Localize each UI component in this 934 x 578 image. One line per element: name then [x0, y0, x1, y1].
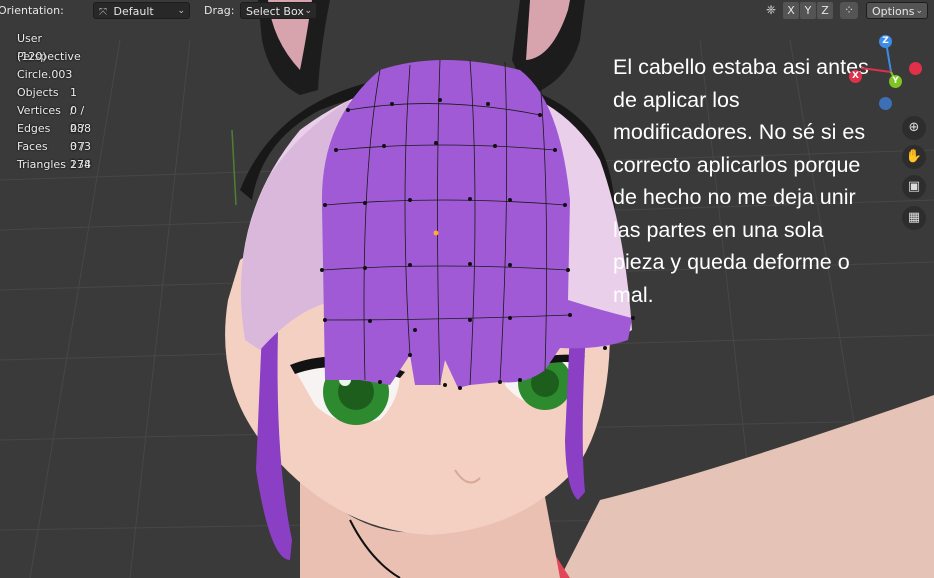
axis-z-toggle[interactable]: Z [817, 2, 833, 19]
drag-label: Drag: [204, 4, 235, 17]
chevron-down-icon: ⌄ [304, 6, 312, 16]
annotation-line: pieza y queda deforme o [613, 250, 850, 274]
axis-x-toggle[interactable]: X [783, 2, 799, 19]
annotation-line: las partes en una sola [613, 217, 824, 242]
chevron-down-icon: ⌄ [915, 6, 923, 16]
orientation-dropdown[interactable]: ⤧ Default ⌄ [93, 2, 190, 19]
axis-y-toggle[interactable]: Y [800, 2, 816, 19]
green-axis-line [231, 129, 237, 206]
options-dropdown[interactable]: Options ⌄ [866, 2, 928, 19]
chevron-down-icon: ⌄ [177, 6, 185, 16]
drag-dropdown[interactable]: Select Box ⌄ [240, 2, 317, 19]
options-label: Options [872, 5, 915, 18]
zoom-icon[interactable]: ⊕ [902, 116, 926, 140]
shoulder-right [560, 395, 934, 578]
annotation-line: correcto aplicarlos porque [613, 152, 861, 177]
mirror-icon[interactable]: ❈ [762, 2, 780, 19]
drag-value: Select Box [246, 5, 304, 18]
object-origin [433, 230, 439, 236]
gizmo-x-negative[interactable] [909, 62, 922, 75]
gizmo-x-axis[interactable]: X [849, 70, 862, 83]
annotation-line: mal. [613, 282, 654, 307]
pan-hand-icon[interactable]: ✋ [902, 145, 926, 169]
annotation-line: de hecho no me deja unir [613, 185, 856, 209]
camera-icon[interactable]: ▣ [902, 175, 926, 199]
perspective-grid-icon[interactable]: ▦ [902, 206, 926, 230]
orientation-label: Orientation: [0, 4, 64, 17]
orientation-icon: ⤧ [99, 7, 107, 18]
annotation-line: modificadores. No sé si es [613, 120, 866, 144]
object-name: (120) Circle.003 [17, 50, 73, 81]
viewport-header: Orientation: ⤧ Default ⌄ Drag: Select Bo… [0, 0, 934, 22]
3d-viewport[interactable]: Orientation: ⤧ Default ⌄ Drag: Select Bo… [0, 0, 934, 578]
gizmo-z-negative[interactable] [879, 97, 892, 110]
gizmo-y-axis[interactable]: Y [889, 75, 902, 88]
gizmo-z-axis[interactable]: Z [879, 35, 892, 48]
snapping-icon[interactable]: ⁘ [840, 2, 858, 19]
orientation-value: Default [113, 5, 154, 18]
